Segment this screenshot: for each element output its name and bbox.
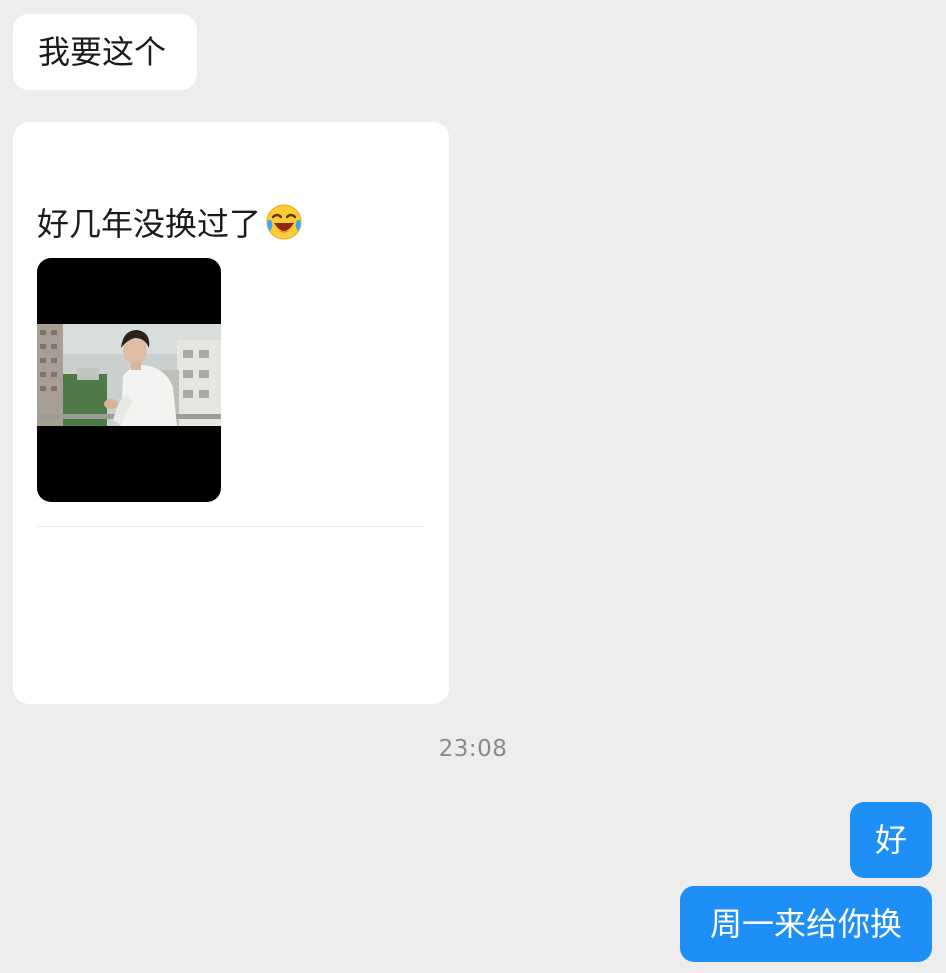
image-thumbnail[interactable] xyxy=(37,258,221,502)
message-bubble-outgoing[interactable]: 周一来给你换 xyxy=(680,886,932,962)
message-card-incoming[interactable]: 好几年没换过了 xyxy=(13,122,449,704)
message-text: 好几年没换过了 xyxy=(37,205,262,243)
message-bubble-outgoing[interactable]: 好 xyxy=(850,802,932,878)
card-text-row: 好几年没换过了 xyxy=(37,198,303,246)
crying-laughing-face-icon xyxy=(265,203,303,241)
photo-image xyxy=(37,324,221,426)
message-text: 我要这个 xyxy=(38,33,167,71)
message-text: 好 xyxy=(874,821,907,859)
message-text: 周一来给你换 xyxy=(709,905,902,943)
message-bubble-incoming[interactable]: 我要这个 xyxy=(13,14,197,90)
message-timestamp: 23:08 xyxy=(438,736,508,762)
card-divider xyxy=(37,526,425,527)
